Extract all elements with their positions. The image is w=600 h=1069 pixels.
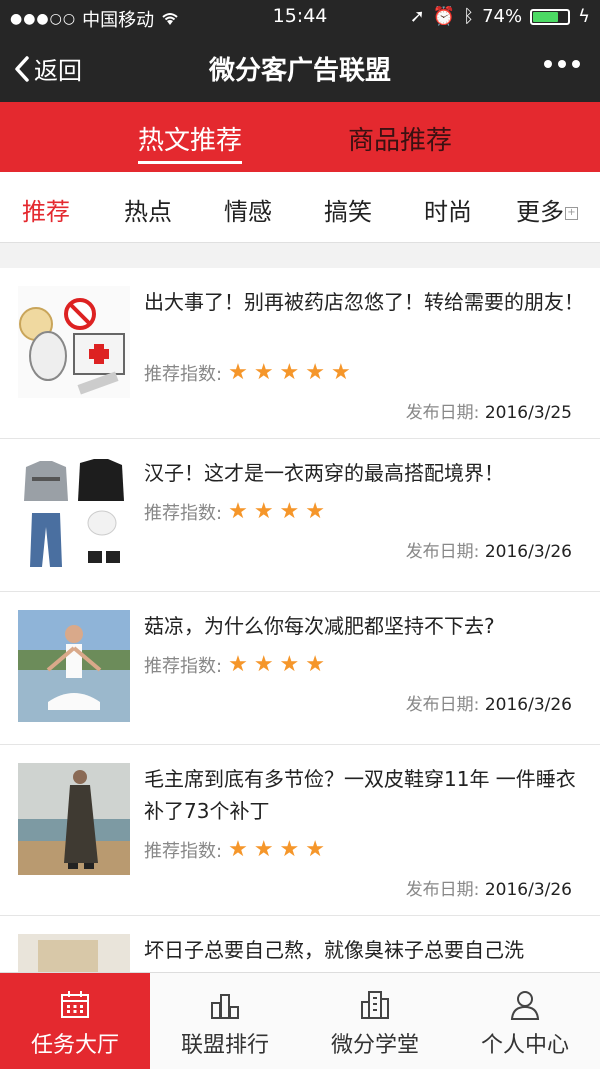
star-rating: ★ ★ ★ ★ [228,839,325,861]
alarm-icon: ⏰ [432,6,456,27]
star-rating: ★ ★ ★ ★ [228,501,325,523]
category-funny[interactable]: 搞笑 [324,192,372,227]
status-bar: ●●●○○ 中国移动 15:44 ➚ ⏰ ᛒ 74% ϟ [0,0,600,34]
star-icon: ★ [253,499,274,524]
rating: 推荐指数: ★ ★ ★ ★ ★ [144,360,351,386]
article-list: 出大事了！别再被药店忽悠了！转给需要的朋友！ 推荐指数: ★ ★ ★ ★ ★ 发布日期:… [0,268,600,1046]
category-fashion[interactable]: 时尚 [424,192,472,227]
category-more-label: 更多 [516,198,564,226]
star-icon: ★ [253,360,274,385]
tab-label: 微分学堂 [330,1033,419,1058]
rating-label: 推荐指数: [144,503,223,524]
article-thumbnail-portrait [18,763,130,875]
article-thumbnail-clothes [18,457,130,569]
top-tab-bar: 热文推荐 商品推荐 [0,102,600,172]
date-value: 2016/3/25 [484,403,572,423]
tab-label: 联盟排行 [180,1033,269,1058]
star-icon: ★ [279,360,300,385]
publish-date: 发布日期: 2016/3/25 [406,398,572,423]
tab-hot-articles[interactable]: 热文推荐 [138,120,243,164]
star-icon: ★ [279,652,300,677]
article-thumbnail-medicine [18,286,130,398]
star-icon: ★ [305,360,326,385]
star-icon: ★ [279,499,300,524]
list-item[interactable]: 汉子！这才是一衣两穿的最高搭配境界！ 推荐指数: ★ ★ ★ ★ 发布日期: 2016… [0,439,600,592]
star-icon: ★ [253,652,274,677]
tab-task-hall[interactable]: 任务大厅 [0,973,150,1069]
plus-icon: + [565,206,578,220]
category-recommend[interactable]: 推荐 [22,192,70,227]
tab-alliance-ranking[interactable]: 联盟排行 [150,973,300,1069]
star-rating: ★ ★ ★ ★ ★ [228,362,351,384]
list-item[interactable]: 出大事了！别再被药店忽悠了！转给需要的朋友！ 推荐指数: ★ ★ ★ ★ ★ 发布日期:… [0,268,600,439]
bottom-tab-bar: 任务大厅 联盟排行 微分学堂 个人中心 [0,972,600,1069]
date-label: 发布日期: [405,695,480,715]
star-icon: ★ [305,652,326,677]
star-icon: ★ [228,499,248,524]
date-label: 发布日期: [405,542,480,562]
list-item[interactable]: 毛主席到底有多节俭？一双皮鞋穿11年 一件睡衣补了73个补丁 推荐指数: ★ ★ ★… [0,745,600,916]
article-thumbnail-yoga [18,610,130,722]
date-value: 2016/3/26 [484,880,572,900]
article-title: 坏日子总要自己熬，就像臭袜子总要自己洗 [144,938,524,962]
more-options-button[interactable] [544,60,580,68]
rating-label: 推荐指数: [144,841,223,862]
category-more[interactable]: 更多 + [516,192,578,227]
battery-percent: 74% [482,6,523,27]
tab-products[interactable]: 商品推荐 [348,120,452,157]
person-icon [510,991,540,1020]
list-item[interactable]: 菇凉，为什么你每次减肥都坚持不下去? 推荐指数: ★ ★ ★ ★ 发布日期: 2016… [0,592,600,745]
publish-date: 发布日期: 2016/3/26 [406,537,572,562]
calendar-icon [61,991,89,1018]
star-icon: ★ [228,652,248,677]
charging-icon: ϟ [578,6,590,27]
category-hot[interactable]: 热点 [124,192,172,227]
tab-label: 个人中心 [480,1033,569,1058]
nav-bar: 返回 微分客广告联盟 [0,34,600,102]
date-label: 发布日期: [405,880,480,900]
publish-date: 发布日期: 2016/3/26 [406,875,572,900]
building-icon [361,991,389,1019]
star-icon: ★ [305,499,326,524]
publish-date: 发布日期: 2016/3/26 [406,690,572,715]
tab-academy[interactable]: 微分学堂 [300,973,450,1069]
star-icon: ★ [228,360,248,385]
star-rating: ★ ★ ★ ★ [228,654,325,676]
star-icon: ★ [305,837,326,862]
category-bar: 推荐 热点 情感 搞笑 时尚 更多 + [0,172,600,243]
date-value: 2016/3/26 [484,542,572,562]
rating: 推荐指数: ★ ★ ★ ★ [144,837,325,863]
date-label: 发布日期: [405,403,480,423]
article-title: 汉子！这才是一衣两穿的最高搭配境界！ [144,461,504,485]
article-title: 菇凉，为什么你每次减肥都坚持不下去? [144,614,495,638]
bluetooth-icon: ᛒ [463,6,475,27]
rating-label: 推荐指数: [144,656,223,677]
location-icon: ➚ [409,6,425,27]
tab-label: 任务大厅 [30,1033,119,1058]
article-title: 出大事了！别再被药店忽悠了！转给需要的朋友！ [144,290,584,314]
tab-personal-center[interactable]: 个人中心 [450,973,600,1069]
date-value: 2016/3/26 [484,695,572,715]
star-icon: ★ [228,837,248,862]
star-icon: ★ [331,360,351,385]
star-icon: ★ [253,837,274,862]
rating: 推荐指数: ★ ★ ★ ★ [144,652,325,678]
rating-label: 推荐指数: [144,364,223,385]
battery-icon [530,8,571,25]
page-title: 微分客广告联盟 [208,56,391,86]
ranking-icon [211,994,239,1019]
star-icon: ★ [279,837,300,862]
article-title: 毛主席到底有多节俭？一双皮鞋穿11年 一件睡衣补了73个补丁 [144,767,576,823]
rating: 推荐指数: ★ ★ ★ ★ [144,499,325,525]
category-emotion[interactable]: 情感 [224,192,272,227]
